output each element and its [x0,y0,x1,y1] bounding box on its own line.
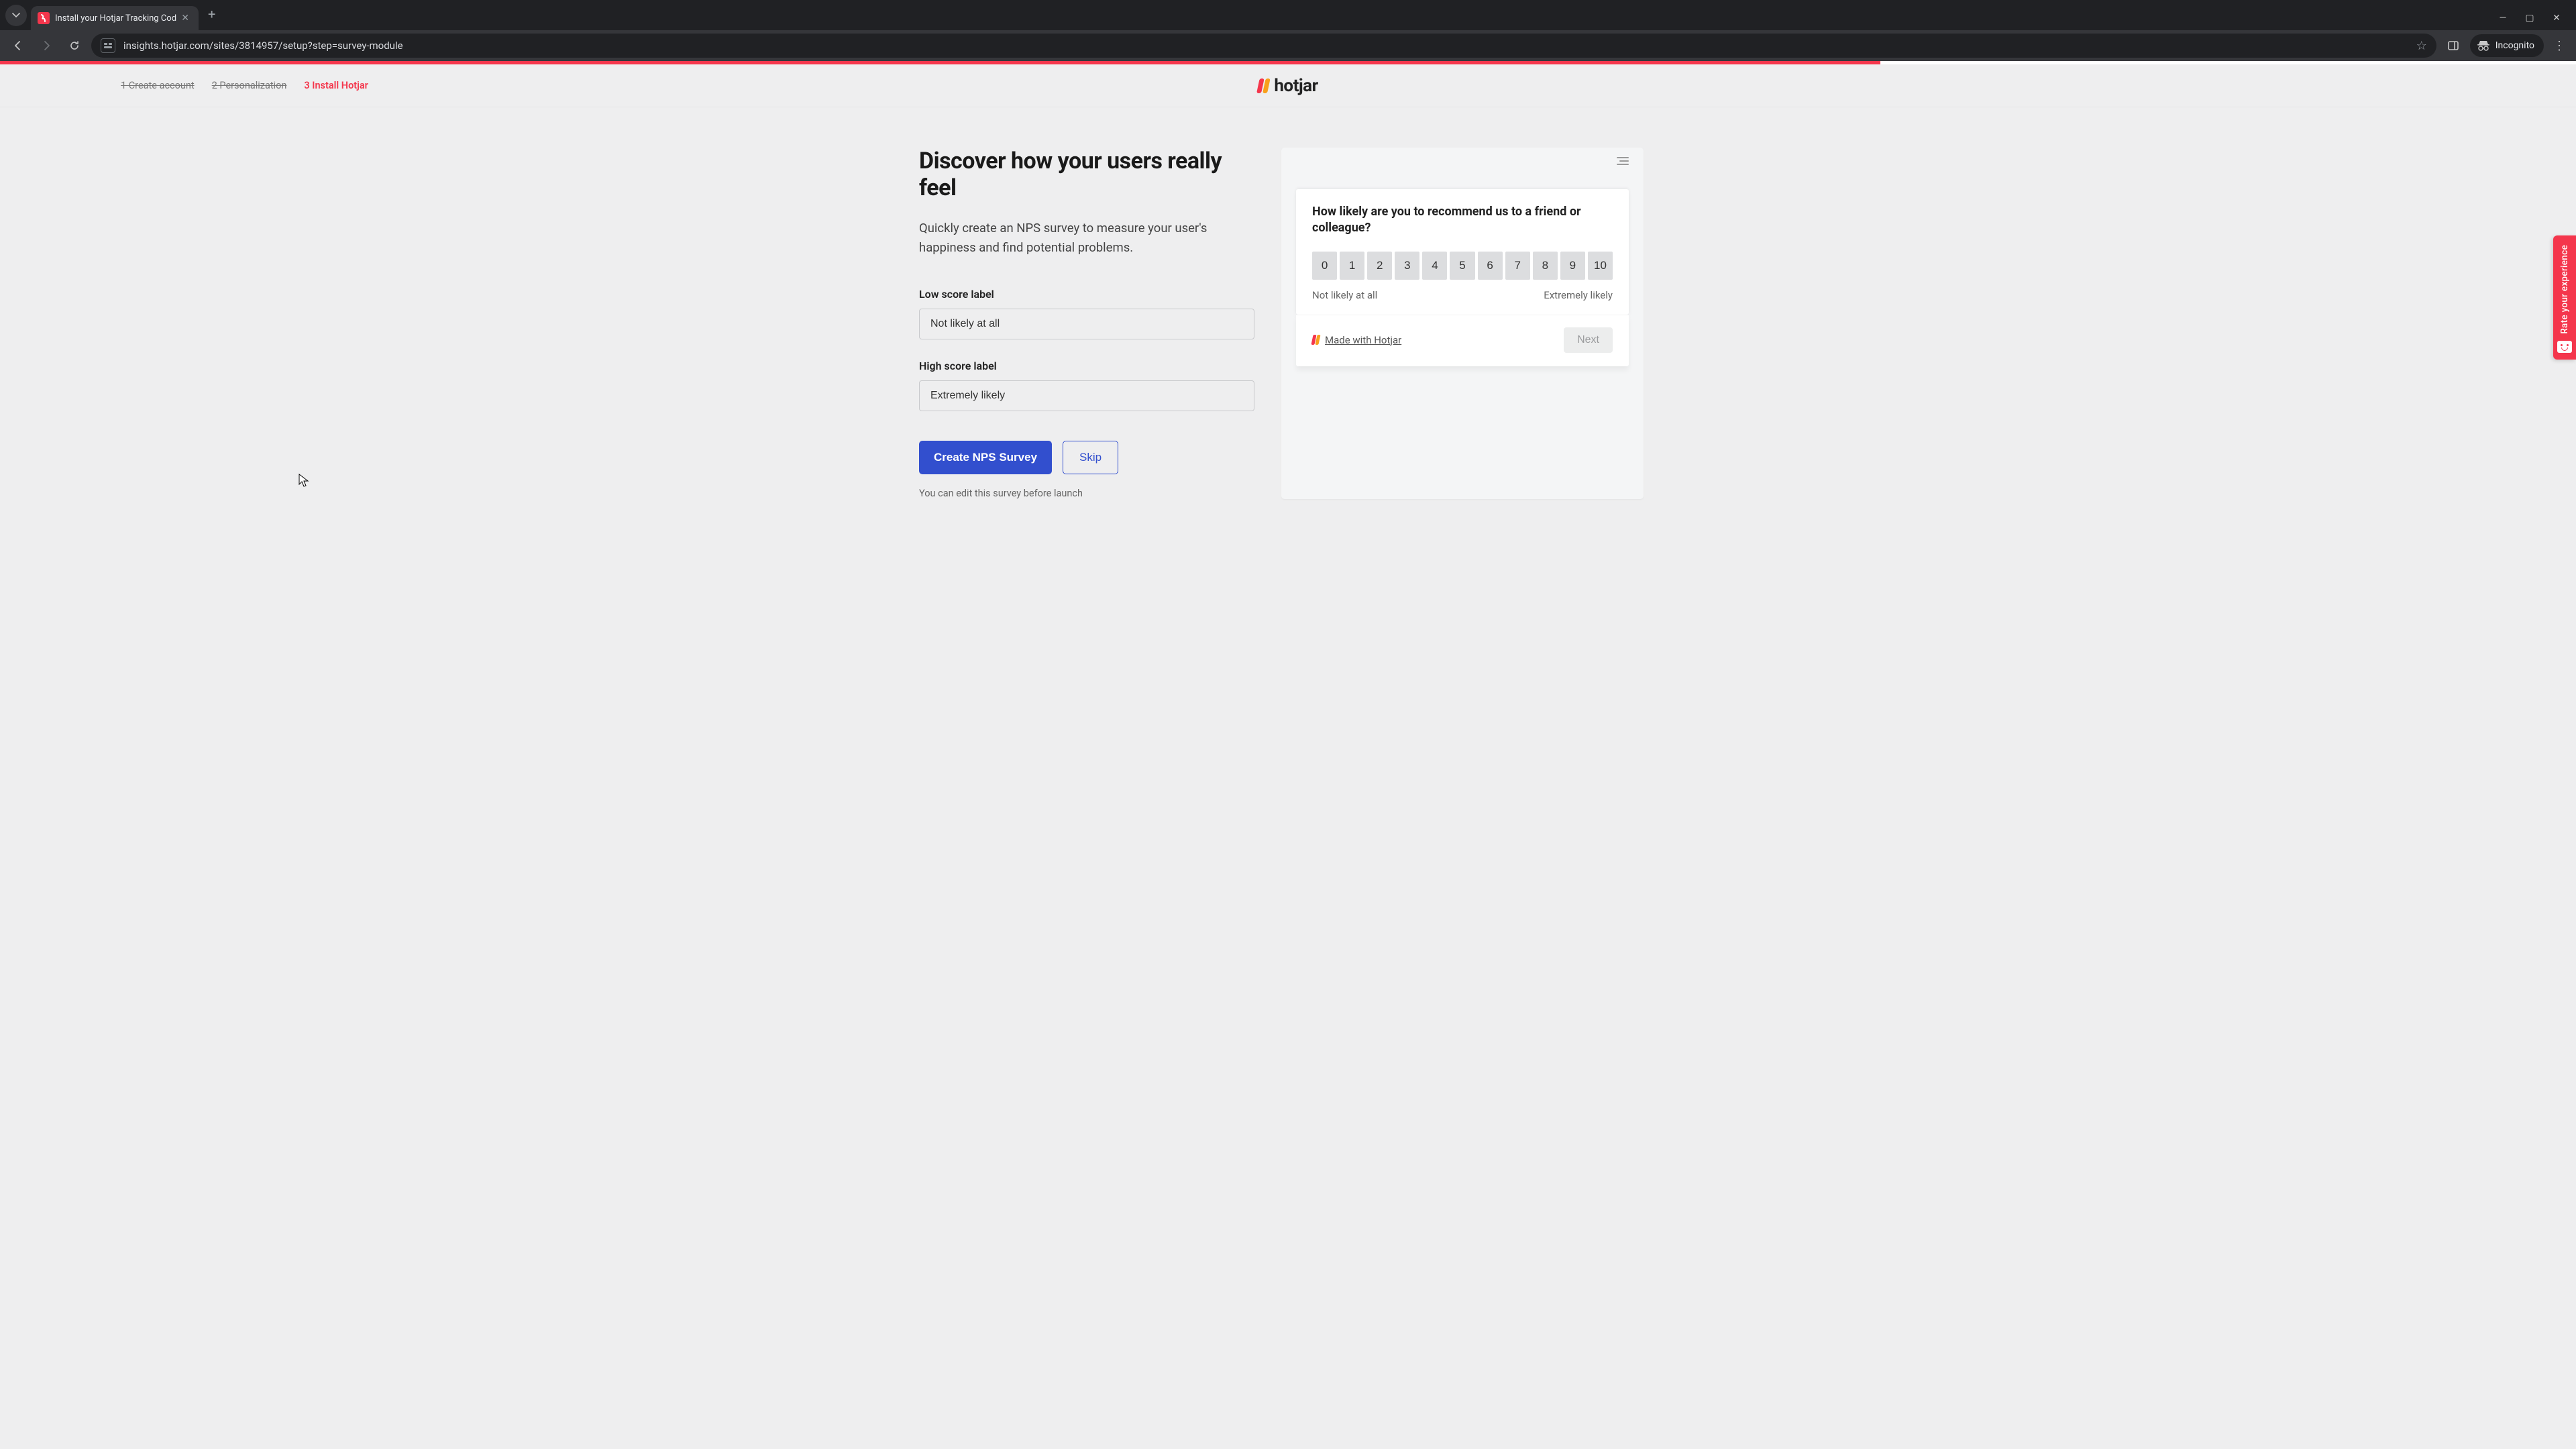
address-bar[interactable]: insights.hotjar.com/sites/3814957/setup?… [91,34,2436,58]
skip-button[interactable]: Skip [1063,441,1118,474]
hotjar-favicon-icon [38,12,50,24]
hotjar-mini-icon [1312,335,1320,345]
window-controls: ― ▢ ✕ [2498,13,2571,30]
feedback-face-icon [2557,341,2572,353]
nps-score-8[interactable]: 8 [1533,252,1558,280]
site-info-icon[interactable] [101,38,115,53]
survey-footer: Made with Hotjar Next [1296,315,1629,366]
nps-score-4[interactable]: 4 [1422,252,1447,280]
made-with-hotjar-text: Made with Hotjar [1325,334,1401,346]
incognito-label: Incognito [2496,40,2534,51]
nps-score-1[interactable]: 1 [1340,252,1364,280]
high-score-label-caption: High score label [919,360,1254,372]
browser-tab[interactable]: Install your Hotjar Tracking Cod ✕ [31,6,199,30]
browser-menu-button[interactable]: ⋮ [2549,39,2569,53]
bookmark-star-icon[interactable]: ☆ [2416,39,2427,53]
feedback-side-tab[interactable]: Rate your experience [2553,235,2576,360]
step-install-hotjar: 3 Install Hotjar [304,80,368,91]
low-score-label-input[interactable] [919,309,1254,339]
made-with-hotjar-link[interactable]: Made with Hotjar [1312,334,1401,346]
window-close-button[interactable]: ✕ [2552,13,2561,23]
nps-score-2[interactable]: 2 [1367,252,1392,280]
incognito-indicator[interactable]: Incognito [2470,34,2544,57]
tab-close-button[interactable]: ✕ [178,11,192,25]
new-tab-button[interactable]: + [199,6,225,22]
nav-reload-button[interactable] [63,34,86,57]
survey-next-button[interactable]: Next [1564,327,1613,353]
url-text: insights.hotjar.com/sites/3814957/setup?… [123,40,2408,52]
edit-survey-note: You can edit this survey before launch [919,488,1254,499]
hotjar-logo-text: hotjar [1274,76,1318,96]
survey-card: How likely are you to recommend us to a … [1296,189,1629,315]
nps-score-3[interactable]: 3 [1395,252,1419,280]
create-nps-survey-button[interactable]: Create NPS Survey [919,441,1052,474]
nav-back-button[interactable] [7,34,30,57]
nps-score-7[interactable]: 7 [1505,252,1530,280]
page-title: Discover how your users really feel [919,148,1254,201]
step-create-account: 1 Create account [121,80,195,91]
low-score-label-caption: Low score label [919,288,1254,301]
nav-forward-button[interactable] [35,34,58,57]
nps-score-0[interactable]: 0 [1312,252,1337,280]
nps-score-5[interactable]: 5 [1450,252,1474,280]
hotjar-logo-icon [1258,78,1269,93]
incognito-icon [2477,40,2490,51]
high-score-label-input[interactable] [919,380,1254,411]
browser-toolbar: insights.hotjar.com/sites/3814957/setup?… [0,30,2576,61]
hotjar-logo: hotjar [1258,76,1318,96]
survey-question: How likely are you to recommend us to a … [1312,204,1613,237]
window-minimize-button[interactable]: ― [2498,13,2508,23]
nps-score-6[interactable]: 6 [1478,252,1503,280]
browser-tab-strip: Install your Hotjar Tracking Cod ✕ + ― ▢… [0,0,2576,30]
tab-title: Install your Hotjar Tracking Cod [55,13,178,23]
feedback-tab-label: Rate your experience [2559,245,2570,334]
side-panel-icon[interactable] [2442,34,2465,57]
nps-score-10[interactable]: 10 [1588,252,1613,280]
survey-preview-panel: How likely are you to recommend us to a … [1281,148,1644,499]
page-subtitle: Quickly create an NPS survey to measure … [919,219,1254,257]
nps-high-label: Extremely likely [1544,289,1613,301]
step-personalization: 2 Personalization [212,80,287,91]
page-viewport: 1 Create account 2 Personalization 3 Ins… [0,61,2576,1449]
nps-low-label: Not likely at all [1312,289,1377,301]
window-maximize-button[interactable]: ▢ [2525,13,2534,23]
tab-search-button[interactable] [5,5,27,26]
preview-menu-icon[interactable] [1617,157,1629,165]
nps-score-row: 0 1 2 3 4 5 6 7 8 9 10 [1312,252,1613,280]
nps-score-9[interactable]: 9 [1560,252,1585,280]
setup-stepper-bar: 1 Create account 2 Personalization 3 Ins… [0,64,2576,107]
